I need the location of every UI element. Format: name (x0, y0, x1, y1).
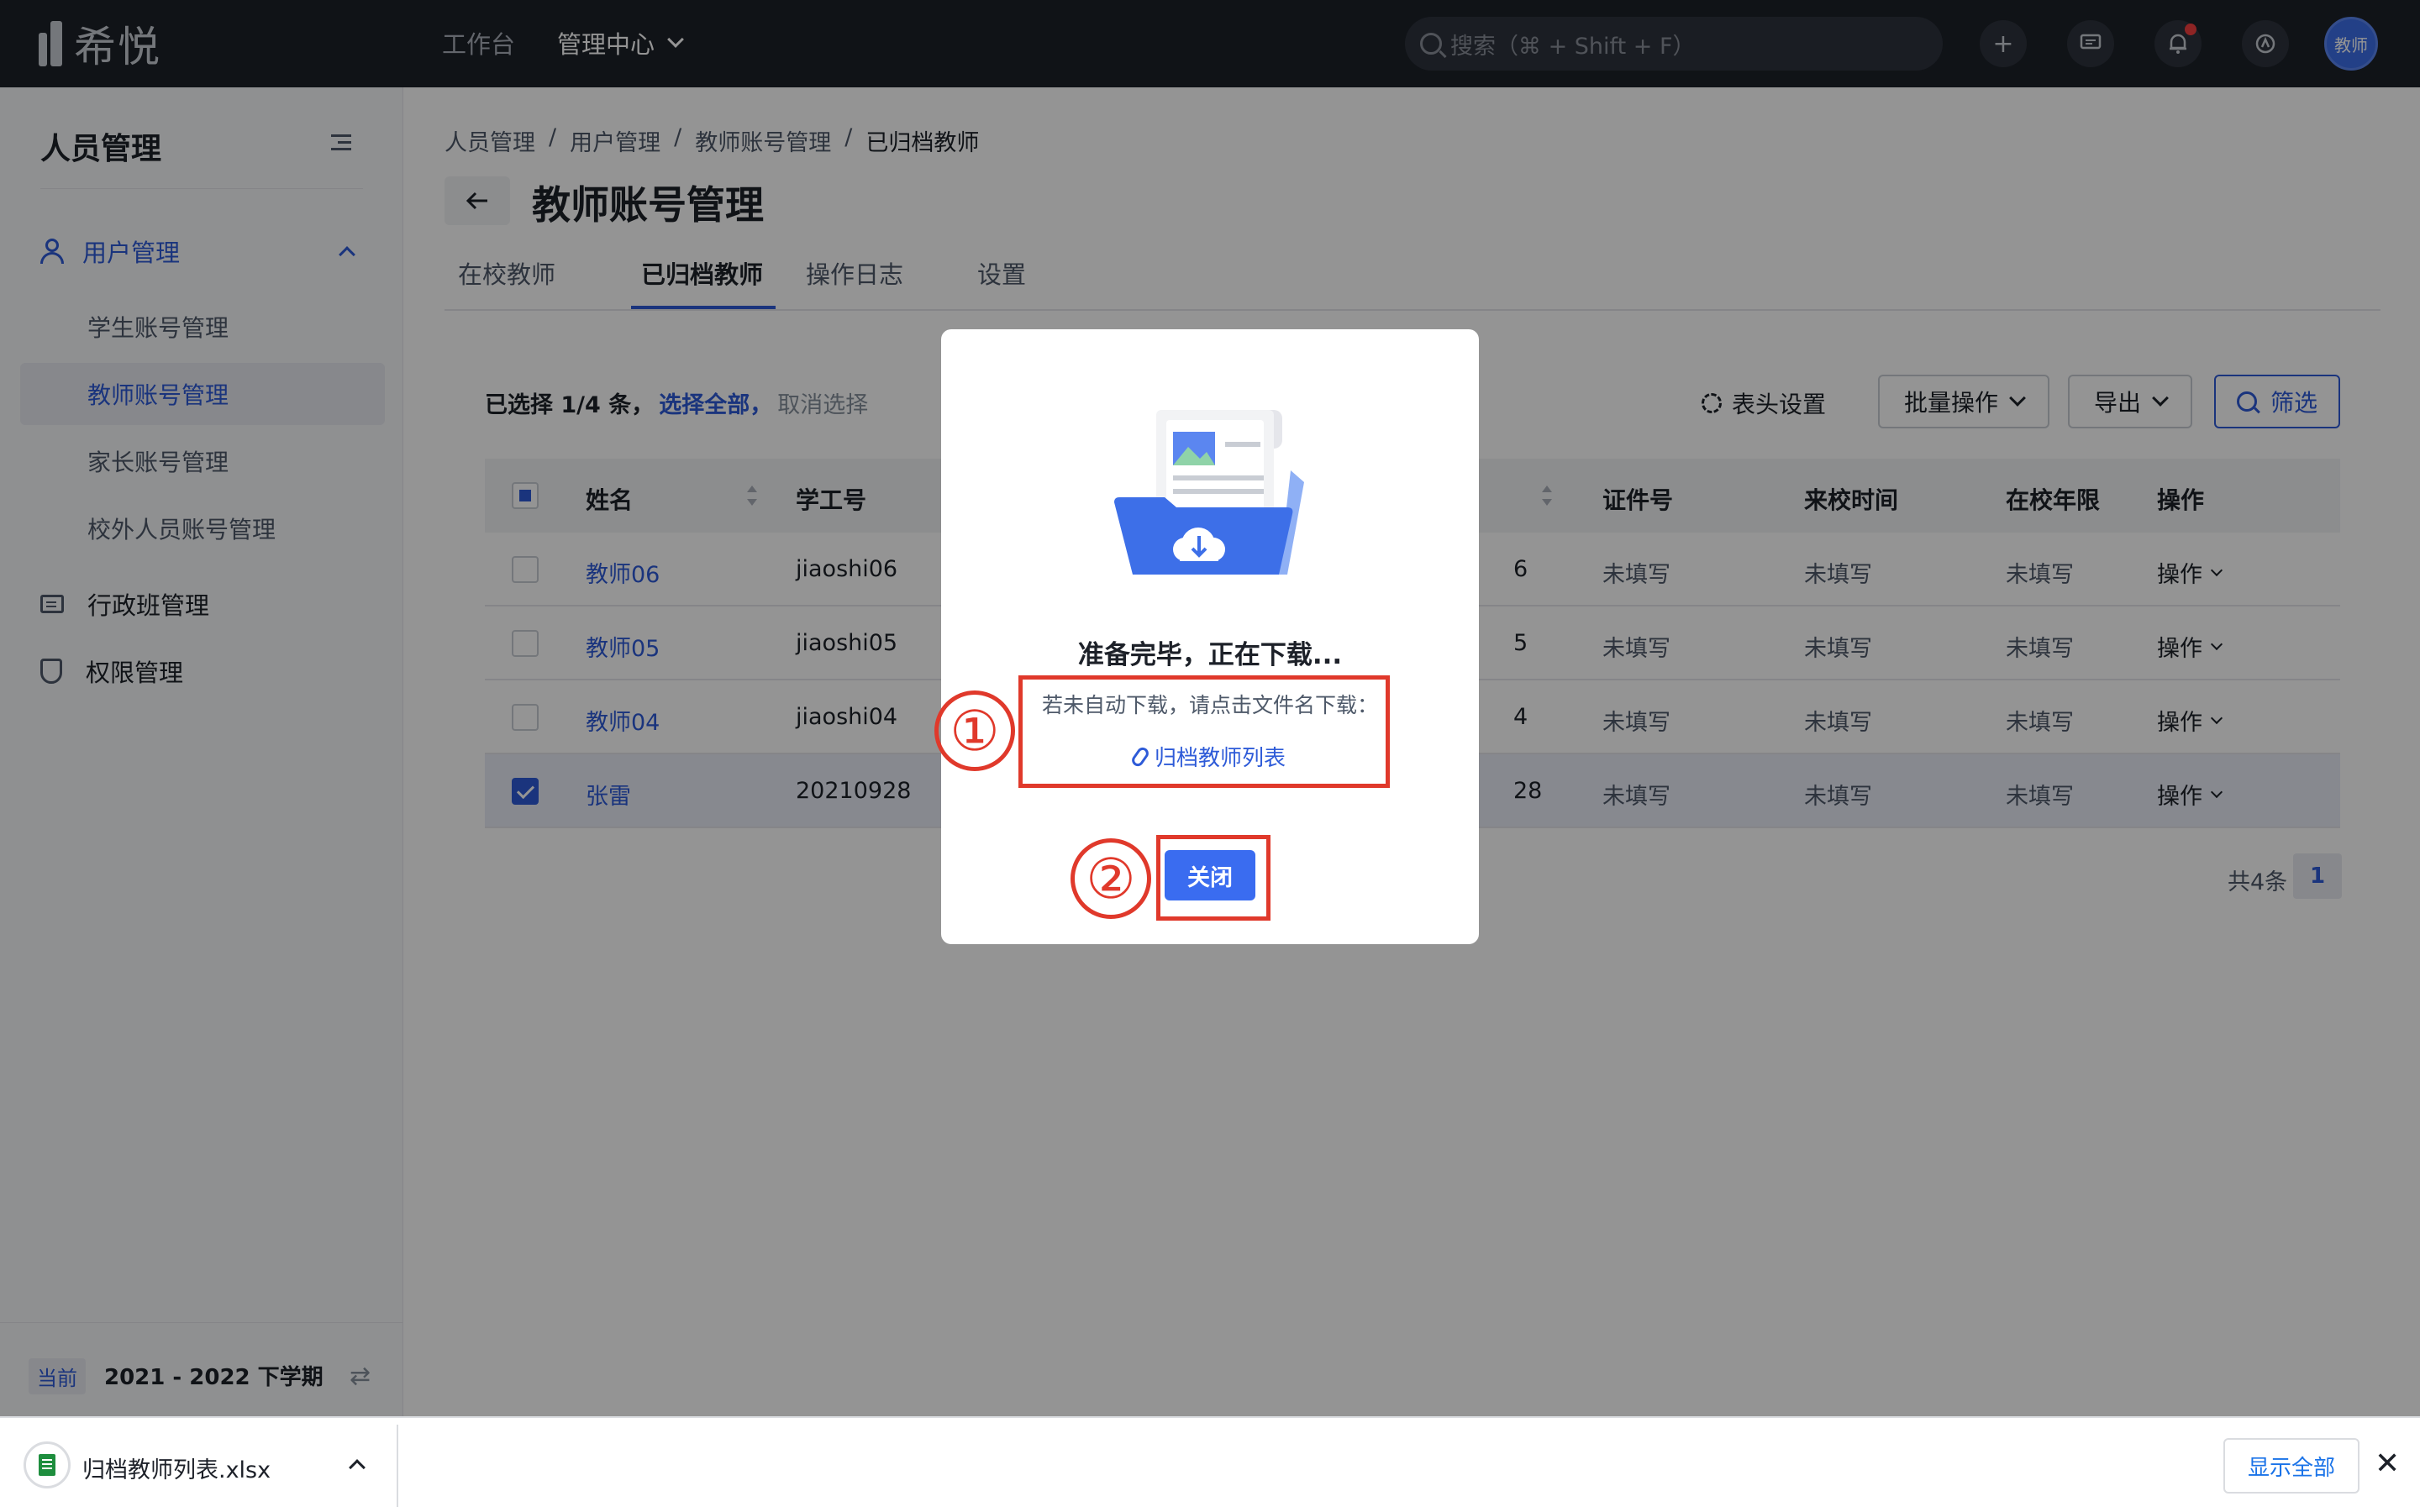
downloaded-file-name[interactable]: 归档教师列表.xlsx (82, 1452, 271, 1484)
download-folder-illustration (1114, 410, 1304, 575)
annotation-box-2 (1156, 835, 1270, 921)
modal-title: 准备完毕，正在下载... (1077, 640, 1343, 670)
download-bar: 归档教师列表.xlsx 显示全部 ✕ (0, 1416, 2420, 1512)
annotation-number-2: ② (1071, 838, 1151, 919)
show-all-button[interactable]: 显示全部 (2223, 1438, 2360, 1494)
close-icon[interactable]: ✕ (2375, 1446, 2400, 1481)
annotation-number-1: ① (934, 690, 1015, 771)
download-bar-divider (397, 1425, 398, 1507)
annotation-box-1 (1018, 675, 1390, 788)
chevron-up-icon[interactable] (349, 1459, 366, 1476)
spreadsheet-file-icon (24, 1441, 71, 1488)
